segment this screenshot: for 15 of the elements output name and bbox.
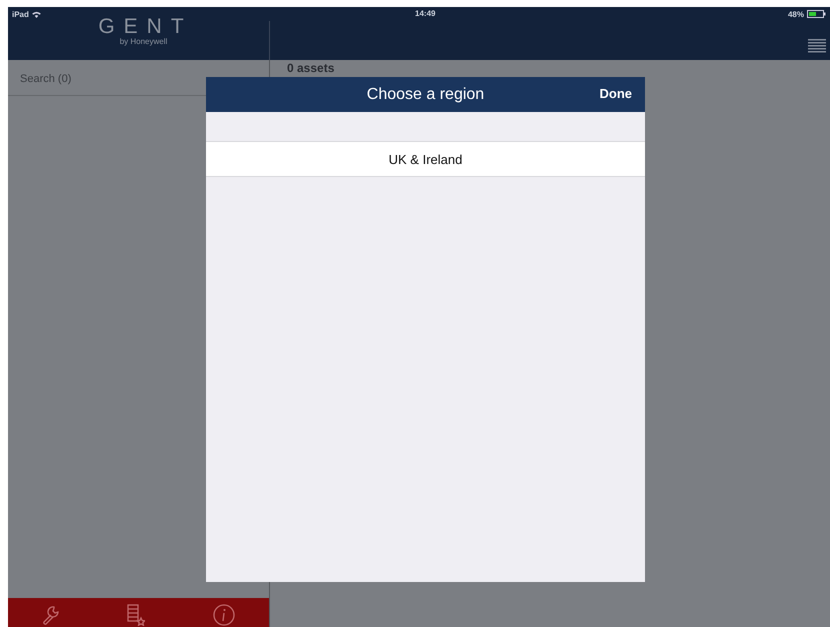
menu-icon[interactable]: [808, 39, 826, 53]
logo-text: GENT: [98, 17, 193, 37]
asset-count: 0 assets: [286, 60, 336, 75]
logo-tagline: by Honeywell: [120, 37, 168, 46]
device-name: iPad: [12, 10, 29, 18]
wrench-icon[interactable]: [42, 604, 60, 624]
info-icon[interactable]: [213, 604, 236, 626]
dialog-title: Choose a region: [366, 86, 484, 104]
wifi-icon: [32, 10, 41, 18]
done-button[interactable]: Done: [600, 86, 632, 101]
battery-icon: [807, 10, 826, 18]
battery-percent: 48%: [788, 10, 804, 18]
list-star-icon[interactable]: [127, 604, 146, 626]
clock-time: 14:49: [415, 9, 436, 18]
region-option[interactable]: UK & Ireland: [206, 142, 645, 177]
